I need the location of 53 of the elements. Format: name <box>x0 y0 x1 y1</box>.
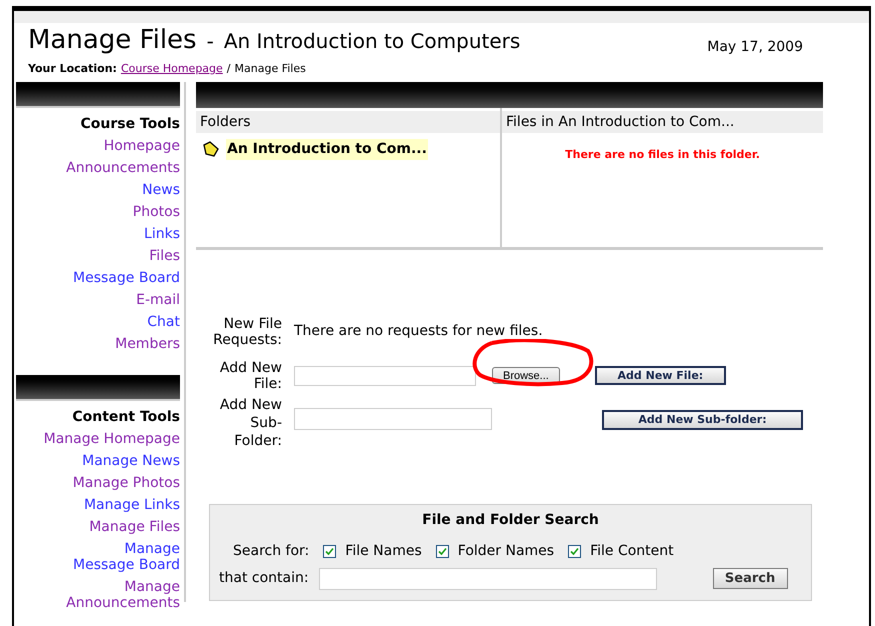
check-icon <box>438 546 447 556</box>
sidebar-link[interactable]: Manage Files <box>89 516 180 538</box>
sidebar-link[interactable]: Announcements <box>66 156 180 178</box>
checkbox[interactable] <box>323 544 336 558</box>
checkbox[interactable] <box>436 544 449 558</box>
search-for-label: Search for: <box>233 542 310 560</box>
sidebar-link[interactable]: News <box>142 178 180 200</box>
breadcrumb-current: Manage Files <box>234 61 306 77</box>
file-label: Add New File: <box>218 360 282 392</box>
course-title: An Introduction to Computers <box>224 28 520 55</box>
option-label: Folder Names <box>458 542 554 560</box>
search-button[interactable]: Search <box>712 568 788 589</box>
breadcrumb-link[interactable]: Course Homepage <box>120 61 223 78</box>
sidebar-link[interactable]: Links <box>144 222 180 244</box>
subfolder-name-field[interactable] <box>294 408 492 430</box>
sidebar-link[interactable]: Message Board <box>73 266 180 288</box>
folders-header: Folders <box>196 110 500 132</box>
sidebar-link[interactable]: Manage News <box>82 450 180 472</box>
breadcrumb-separator: / <box>226 61 231 77</box>
sidebar-link[interactable]: Members <box>115 332 180 354</box>
sidebar-link[interactable]: Manage Announcements <box>16 576 180 614</box>
files-header: Files in An Introduction to Com... <box>502 110 823 132</box>
sidebar-link[interactable]: Manage Links <box>84 494 180 516</box>
search-title: File and Folder Search <box>421 510 600 530</box>
location-label: Your Location: <box>28 61 117 77</box>
check-icon <box>570 546 580 556</box>
check-icon <box>325 546 334 556</box>
option-label: File Names <box>345 542 422 560</box>
option-label: File Content <box>590 542 674 560</box>
sidebar-link[interactable]: Photos <box>132 200 180 222</box>
sidebar-link[interactable]: E-mail <box>136 288 180 310</box>
add-file-button[interactable]: Add New File: <box>594 366 726 385</box>
title-separator: - <box>206 28 214 55</box>
date-label: May 17, 2009 <box>707 38 803 57</box>
add-subfolder-button[interactable]: Add New Sub-folder: <box>602 410 803 430</box>
sidebar-link[interactable]: Manage Message Board <box>16 538 180 576</box>
empty-files-message: There are no files in this folder. <box>564 146 761 162</box>
sidebar-heading: Course Tools <box>79 114 180 134</box>
search-field[interactable] <box>318 568 657 590</box>
requests-message: There are no requests for new files. <box>294 322 543 341</box>
sidebar-heading: Content Tools <box>71 408 180 426</box>
sidebar-link[interactable]: Manage Homepage <box>44 428 180 450</box>
sidebar-link[interactable]: Files <box>149 244 180 266</box>
contain-label: that contain: <box>219 569 309 588</box>
sidebar-link[interactable]: Manage Photos <box>72 472 180 494</box>
requests-label: New File Requests: <box>212 316 282 348</box>
checkbox[interactable] <box>568 544 582 558</box>
page-title: Manage Files <box>28 25 197 55</box>
folder-item[interactable]: An Introduction to Com... <box>226 138 428 160</box>
sidebar-link[interactable]: Homepage <box>104 134 180 156</box>
file-path-field[interactable] <box>294 366 476 386</box>
sidebar-link[interactable]: Chat <box>147 310 180 332</box>
subfolder-label: Add New Sub-Folder: <box>218 396 282 450</box>
